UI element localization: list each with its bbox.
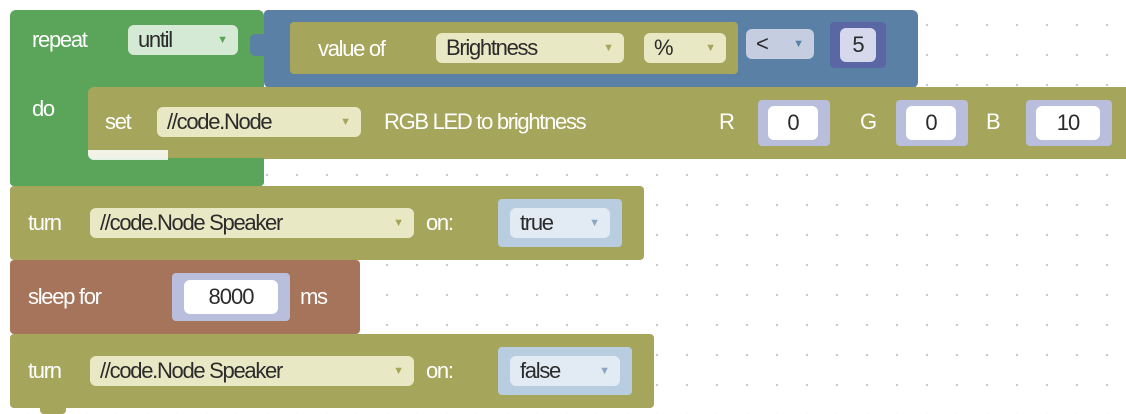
number-block[interactable]: 5: [830, 22, 886, 68]
false-dropdown[interactable]: false ▼: [510, 356, 620, 386]
chevron-down-icon: ▼: [603, 42, 614, 54]
g-value-input[interactable]: 0: [906, 106, 956, 140]
chevron-down-icon: ▼: [599, 365, 610, 377]
b-number-block[interactable]: 10: [1026, 100, 1112, 146]
sleep-block[interactable]: sleep for 8000 ms: [10, 260, 360, 334]
unit-dropdown[interactable]: % ▼: [644, 33, 726, 63]
compare-block[interactable]: value of Brightness ▼ % ▼ < ▼ 5: [250, 10, 918, 88]
sleep-ms-input[interactable]: 8000: [184, 280, 278, 314]
chevron-down-icon: ▼: [340, 116, 351, 128]
chevron-down-icon: ▼: [393, 365, 404, 377]
loop-bottom-bar: [10, 158, 264, 186]
g-label: G: [860, 109, 877, 134]
set-label: set: [105, 109, 132, 134]
value-of-label: value of: [318, 36, 386, 61]
operand-input[interactable]: 5: [840, 28, 876, 62]
variable-dropdown[interactable]: Brightness ▼: [436, 33, 624, 63]
boolean-block[interactable]: false ▼: [498, 347, 632, 395]
loop-inner-edge: [88, 150, 168, 160]
repeat-label: repeat: [32, 27, 88, 52]
chevron-down-icon: ▼: [793, 38, 804, 50]
on-label: on:: [426, 358, 454, 383]
sleep-number-block[interactable]: 8000: [172, 273, 290, 321]
operator-dropdown[interactable]: < ▼: [746, 29, 814, 59]
chevron-down-icon: ▼: [217, 34, 228, 46]
on-label: on:: [426, 210, 454, 235]
rgb-action-label: RGB LED to brightness: [384, 109, 587, 134]
r-label: R: [719, 109, 735, 134]
ms-label: ms: [300, 284, 328, 309]
chevron-down-icon: ▼: [393, 217, 404, 229]
r-number-block[interactable]: 0: [758, 100, 830, 146]
turn-speaker-off-block[interactable]: turn //code.Node Speaker ▼ on: false ▼: [10, 334, 654, 414]
chevron-down-icon: ▼: [589, 217, 600, 229]
boolean-block[interactable]: true ▼: [498, 199, 622, 247]
speaker-device-dropdown[interactable]: //code.Node Speaker ▼: [90, 356, 414, 386]
repeat-mode-dropdown[interactable]: until ▼: [128, 25, 238, 55]
led-device-dropdown[interactable]: //code.Node ▼: [157, 107, 361, 137]
notch: [40, 408, 66, 414]
speaker-device-dropdown[interactable]: //code.Node Speaker ▼: [90, 208, 414, 238]
turn-label: turn: [28, 210, 62, 235]
b-value-input[interactable]: 10: [1036, 106, 1100, 140]
sleep-label: sleep for: [28, 284, 102, 309]
turn-speaker-on-block[interactable]: turn //code.Node Speaker ▼ on: true ▼: [10, 186, 644, 260]
chevron-down-icon: ▼: [705, 42, 716, 54]
do-label: do: [32, 96, 55, 121]
r-value-input[interactable]: 0: [768, 106, 818, 140]
turn-label: turn: [28, 358, 62, 383]
b-label: B: [986, 109, 1001, 134]
true-dropdown[interactable]: true ▼: [510, 208, 610, 238]
value-of-block[interactable]: value of Brightness ▼ % ▼: [290, 22, 738, 74]
g-number-block[interactable]: 0: [896, 100, 968, 146]
set-rgb-led-block[interactable]: set //code.Node ▼ RGB LED to brightness …: [88, 87, 1126, 159]
connector-tab: [250, 34, 264, 56]
